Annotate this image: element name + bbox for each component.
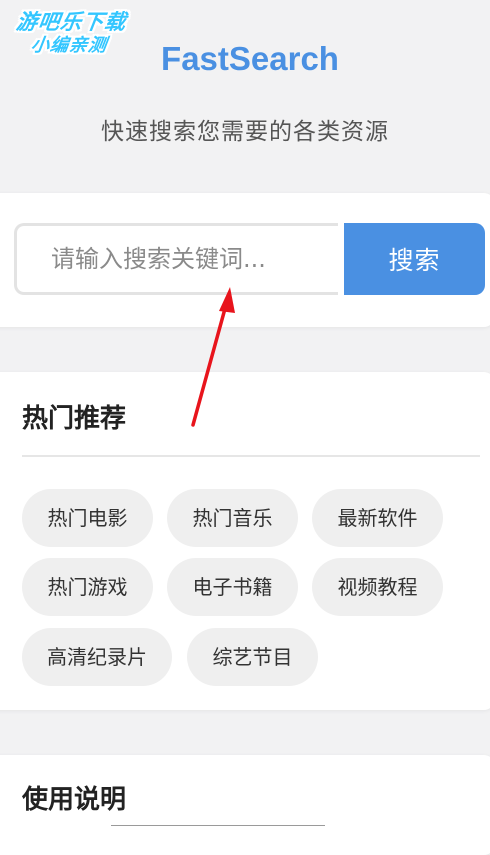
hot-recommendations-card: 热门推荐 热门电影 热门音乐 最新软件 热门游戏 电子书籍 视频教程 高清纪录片… <box>0 372 490 710</box>
tag-hot-movies[interactable]: 热门电影 <box>22 489 153 547</box>
usage-section-title: 使用说明 <box>22 785 127 815</box>
usage-instructions-card: 使用说明 <box>0 755 490 855</box>
watermark-line-1: 游吧乐下载 <box>14 10 129 34</box>
tag-hot-games[interactable]: 热门游戏 <box>22 558 153 616</box>
app-subtitle: 快速搜索您需要的各类资源 <box>101 119 389 145</box>
tag-variety-shows[interactable]: 综艺节目 <box>187 628 318 686</box>
hot-section-title: 热门推荐 <box>22 404 127 434</box>
tag-new-software[interactable]: 最新软件 <box>312 489 443 547</box>
search-card: 搜索 <box>0 193 490 327</box>
search-button[interactable]: 搜索 <box>344 223 485 295</box>
tag-hot-music[interactable]: 热门音乐 <box>167 489 298 547</box>
tag-hd-documentaries[interactable]: 高清纪录片 <box>22 628 172 686</box>
section-divider <box>22 455 480 457</box>
tag-video-tutorials[interactable]: 视频教程 <box>312 558 443 616</box>
watermark-logo: 游吧乐下载 小编亲测 <box>10 10 150 68</box>
search-input[interactable] <box>14 223 338 295</box>
tag-ebooks[interactable]: 电子书籍 <box>167 558 298 616</box>
watermark-line-2: 小编亲测 <box>29 35 109 56</box>
